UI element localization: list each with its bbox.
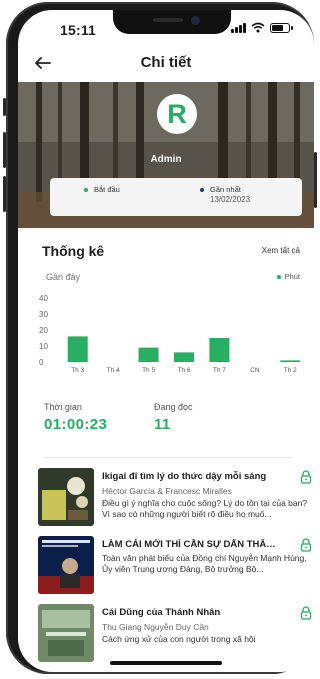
status-time: 15:11	[60, 22, 97, 38]
signal-icon	[231, 22, 246, 33]
phone-frame: 15:11 Chi tiết R Admin Bắt đầu Gần nhất …	[3, 2, 317, 674]
x-tick-label: Th 4	[107, 367, 120, 374]
book-author: Thu Giang Nguyễn Duy Cần	[102, 622, 209, 632]
chart-bar	[138, 347, 159, 362]
x-tick-label: Th 7	[213, 367, 226, 374]
latest-dot	[200, 188, 204, 193]
book-item[interactable]: Cái Dũng của Thánh Nhân Thu Giang Nguyễn…	[38, 604, 314, 668]
book-item[interactable]: Ikigai đi tìm lý do thức dậy mỗi sáng Hé…	[38, 468, 314, 532]
chart-bar	[67, 336, 88, 362]
book-description: Toàn văn phát biểu của Đồng chí Nguyễn M…	[102, 553, 307, 574]
latest-date-value: 13/02/2023	[210, 195, 251, 204]
stats-title: Thống kê	[42, 243, 105, 259]
recent-label: Gần đây	[46, 272, 81, 282]
reading-label: Đang đọc	[154, 402, 193, 412]
wifi-icon	[251, 22, 265, 33]
divider	[44, 457, 292, 458]
legend-dot	[276, 275, 281, 280]
date-card: Bắt đầu Gần nhất 13/02/2023	[50, 178, 302, 216]
y-tick-label: 20	[39, 326, 48, 335]
lock-icon	[300, 606, 312, 620]
volume-down-button	[3, 176, 6, 212]
x-tick-label: Th 5	[142, 367, 155, 374]
book-description: Điều gì ý nghĩa cho cuộc sống? Lý do tồn…	[102, 498, 308, 519]
front-camera	[191, 16, 200, 25]
reading-value: 11	[154, 416, 171, 433]
chart-bar	[280, 360, 301, 362]
battery-icon	[270, 22, 293, 33]
book-title: Ikigai đi tìm lý do thức dậy mỗi sáng	[102, 471, 267, 482]
start-date: Bắt đầu	[84, 185, 120, 194]
avatar: R	[157, 94, 197, 134]
book-cover	[38, 536, 94, 594]
see-all-link[interactable]: Xem tất cả	[262, 246, 300, 255]
latest-label: Gần nhất	[210, 185, 241, 194]
time-label: Thời gian	[44, 402, 82, 412]
legend-label: Phút	[284, 272, 300, 281]
volume-up-button	[3, 132, 6, 168]
chart-legend: Phút	[276, 272, 300, 281]
book-title: LÀM CÁI MỚI THÌ CẦN SỰ DẤN THÂN Đ...	[102, 539, 282, 550]
book-author: Héctor García & Francesc Miralles	[102, 486, 232, 496]
book-item[interactable]: LÀM CÁI MỚI THÌ CẦN SỰ DẤN THÂN Đ... Toà…	[38, 536, 314, 600]
x-tick-label: Th 2	[284, 367, 297, 374]
chart-bar	[209, 338, 230, 362]
book-cover	[38, 468, 94, 526]
book-title: Cái Dũng của Thánh Nhân	[102, 607, 221, 618]
book-description: Cách ứng xử của con người trong xã hội	[102, 634, 256, 644]
mute-switch	[3, 98, 6, 116]
y-tick-label: 30	[39, 310, 48, 319]
lock-icon	[300, 538, 312, 552]
y-tick-label: 0	[39, 358, 44, 367]
power-button	[314, 152, 317, 208]
screen: 15:11 Chi tiết R Admin Bắt đầu Gần nhất …	[18, 10, 314, 672]
x-tick-label: Th 3	[71, 367, 84, 374]
status-icons	[231, 22, 293, 33]
profile-banner: R Admin Bắt đầu Gần nhất 13/02/2023	[18, 82, 314, 228]
page-title: Chi tiết	[140, 54, 192, 71]
y-tick-label: 10	[39, 342, 48, 351]
chart-bar	[174, 352, 194, 362]
profile-name: Admin	[150, 154, 182, 165]
start-dot	[84, 188, 88, 193]
home-indicator	[110, 661, 222, 665]
y-tick-label: 40	[39, 294, 48, 303]
x-tick-label: CN	[250, 367, 260, 374]
x-tick-label: Th 6	[177, 367, 190, 374]
time-value: 01:00:23	[44, 416, 108, 433]
notch	[113, 10, 231, 34]
start-label: Bắt đầu	[94, 185, 120, 194]
reading-chart: 40 30 20 10 0 Th 3 Th 4 Th 5 Th 6 Th 7 CN Th 2	[39, 294, 301, 374]
speaker	[153, 18, 183, 22]
lock-icon	[300, 470, 312, 484]
book-cover	[38, 604, 94, 662]
latest-date: Gần nhất 13/02/2023	[200, 185, 250, 204]
header: Chi tiết	[18, 48, 314, 78]
